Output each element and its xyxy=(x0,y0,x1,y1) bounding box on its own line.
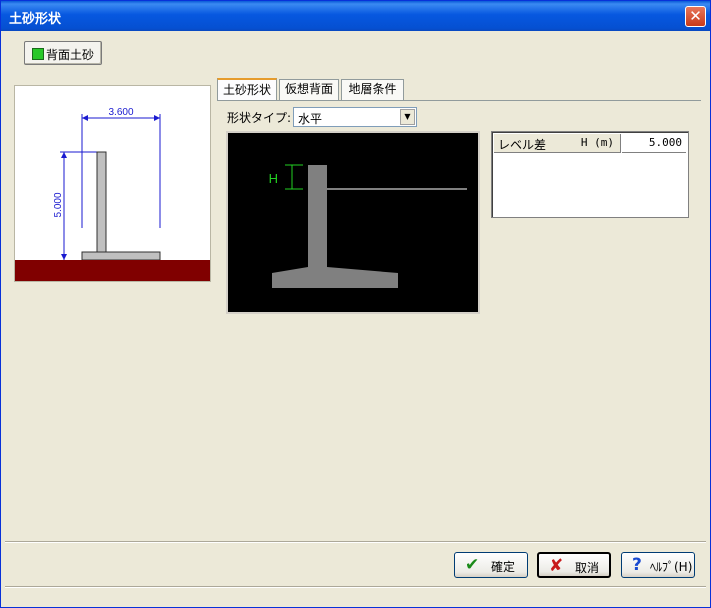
window-title: 土砂形状 xyxy=(9,12,62,27)
grid-col-unit: H (m) xyxy=(580,136,614,149)
layer-button-label: 背面土砂 xyxy=(46,48,95,62)
tab-virtual-back[interactable]: 仮想背面 xyxy=(279,79,339,100)
help-button-label: ﾍﾙﾌﾟ(H) xyxy=(650,560,693,574)
shape-type-label: 形状タイプ: xyxy=(227,111,292,125)
status-separator xyxy=(5,586,706,588)
dropdown-arrow-icon[interactable]: ▼ xyxy=(400,109,415,125)
checkmark-icon: ✔ xyxy=(465,555,480,575)
diagram-wall xyxy=(272,165,398,288)
status-bar xyxy=(5,590,706,604)
shape-type-select[interactable]: 水平 ▼ xyxy=(293,107,417,127)
width-dim-arrow-right xyxy=(154,115,160,121)
layer-button-backfill[interactable]: 背面土砂 xyxy=(24,41,102,65)
height-dim-label: 5.000 xyxy=(53,192,64,217)
cancel-button[interactable]: ✘ 取消 xyxy=(537,552,611,578)
cancel-button-label: 取消 xyxy=(575,561,600,575)
shape-type-value: 水平 xyxy=(298,112,323,126)
close-icon: ✕ xyxy=(689,7,702,25)
tab-soil-shape[interactable]: 土砂形状 xyxy=(217,78,277,101)
cross-icon: ✘ xyxy=(549,556,564,576)
ground-layer xyxy=(15,260,210,281)
help-icon: ? xyxy=(632,555,642,575)
tab-strata[interactable]: 地層条件 xyxy=(341,79,404,100)
close-button[interactable]: ✕ xyxy=(685,6,706,27)
ok-button-label: 確定 xyxy=(491,560,516,574)
layer-color-swatch xyxy=(32,48,44,60)
grid-row-header: レベル差 H (m) xyxy=(494,134,621,153)
footer-separator xyxy=(5,541,706,543)
height-dim-arrow-top xyxy=(61,152,67,158)
width-dim-label: 3.600 xyxy=(108,107,133,118)
help-button[interactable]: ? ﾍﾙﾌﾟ(H) xyxy=(621,552,695,578)
wall-footing xyxy=(81,251,161,261)
h-dim-label: H xyxy=(269,171,278,186)
width-dim-arrow-left xyxy=(82,115,88,121)
dialog-window: 土砂形状 ✕ 背面土砂 3.600 5.000 土砂形状 仮想背面 地層条件 形… xyxy=(0,0,711,608)
shape-diagram: H xyxy=(226,131,480,314)
ok-button[interactable]: ✔ 確定 xyxy=(454,552,528,578)
wall-preview-drawing: 3.600 5.000 xyxy=(15,107,210,281)
level-diff-value-cell[interactable]: 5.000 xyxy=(622,134,686,153)
wall-stem xyxy=(96,151,107,253)
shape-diagram-drawing: H xyxy=(269,164,467,288)
title-bar: 土砂形状 ✕ xyxy=(1,1,710,31)
grid-col-name: レベル差 xyxy=(498,138,547,152)
level-diff-grid: レベル差 H (m) 5.000 xyxy=(491,131,689,218)
wall-preview: 3.600 5.000 xyxy=(14,85,211,282)
height-dim-arrow-bottom xyxy=(61,254,67,260)
